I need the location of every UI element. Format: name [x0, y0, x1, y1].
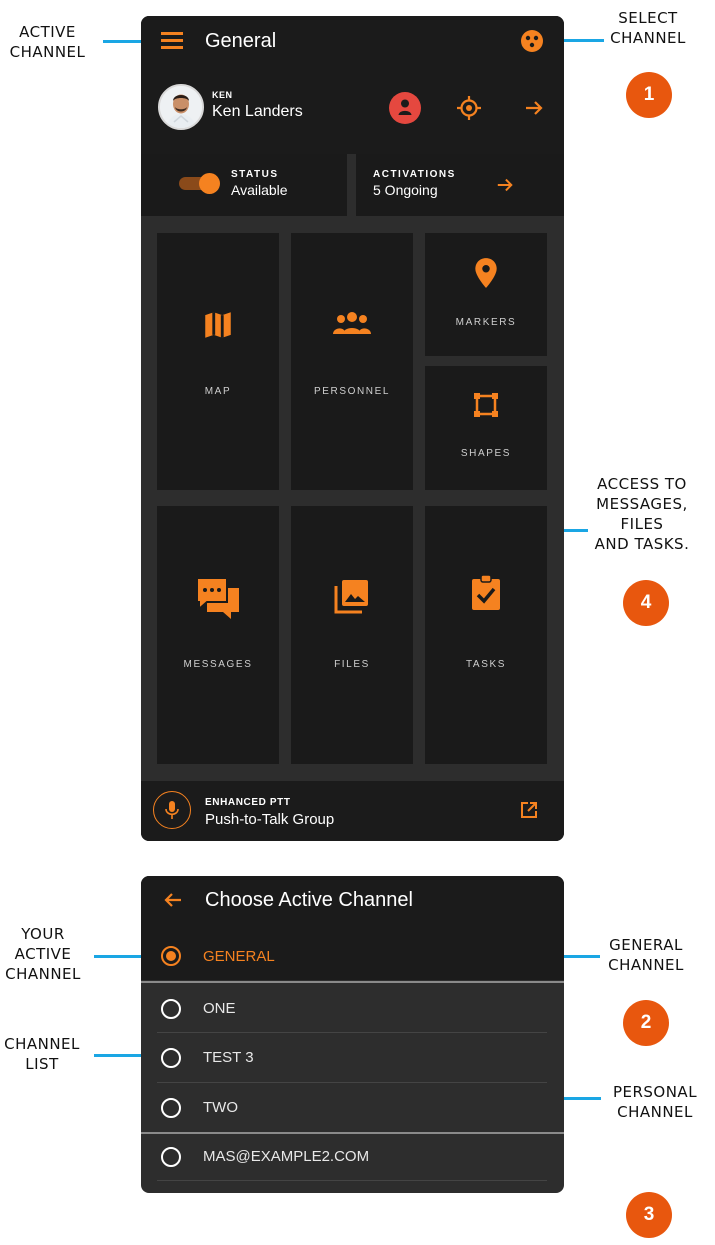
channel-row-personal[interactable]: MAS@EXAMPLE2.COM	[141, 1134, 564, 1182]
home-screen: General KEN Ken Landers STATUS Available…	[141, 16, 564, 841]
menu-icon[interactable]	[161, 32, 183, 50]
channel-row-general[interactable]: GENERAL	[141, 940, 564, 980]
ptt-value: Push-to-Talk Group	[205, 811, 335, 828]
tasks-tile[interactable]: TASKS	[425, 506, 547, 764]
radio-button[interactable]	[161, 1098, 181, 1118]
badge-2: 2	[623, 1000, 669, 1046]
shapes-tile[interactable]: SHAPES	[425, 366, 547, 490]
annotation-select-channel: SELECT CHANNEL	[610, 9, 686, 47]
messages-tile[interactable]: MESSAGES	[157, 506, 279, 764]
map-icon	[205, 312, 231, 338]
status-toggle[interactable]	[179, 173, 220, 194]
annotation-access: ACCESS TO MESSAGES, FILES AND TASKS.	[594, 475, 690, 553]
microphone-icon	[165, 801, 179, 819]
personnel-label: PERSONNEL	[313, 386, 391, 397]
marker-icon	[475, 258, 497, 288]
locate-icon[interactable]	[456, 95, 482, 121]
channel-row[interactable]: TWO	[141, 1083, 564, 1131]
ptt-label: ENHANCED PTT	[205, 797, 291, 808]
user-bar: KEN Ken Landers	[141, 66, 564, 154]
channel-name: TWO	[203, 1099, 238, 1116]
annotation-personal-channel: PERSONAL CHANNEL	[612, 1083, 698, 1121]
activations-value: 5 Ongoing	[373, 182, 438, 198]
arrow-right-icon[interactable]	[496, 176, 514, 194]
status-value: Available	[231, 182, 288, 198]
badge-3: 3	[626, 1192, 672, 1238]
markers-tile[interactable]: MARKERS	[425, 233, 547, 356]
user-short-name: KEN	[212, 90, 233, 100]
radio-button[interactable]	[161, 999, 181, 1019]
badge-4: 4	[623, 580, 669, 626]
activations-label: ACTIVATIONS	[373, 169, 456, 180]
messages-label: MESSAGES	[183, 659, 253, 670]
badge-1: 1	[626, 72, 672, 118]
files-label: FILES	[334, 659, 370, 670]
mic-button[interactable]	[153, 791, 191, 829]
channel-name: GENERAL	[203, 948, 275, 965]
annotation-active-channel: ACTIVE CHANNEL	[9, 23, 86, 61]
person-alert-icon[interactable]	[389, 92, 421, 124]
activations-card[interactable]: ACTIVATIONS 5 Ongoing	[356, 154, 564, 216]
files-tile[interactable]: FILES	[291, 506, 413, 764]
user-full-name: Ken Landers	[212, 103, 303, 120]
channel-name: TEST 3	[203, 1049, 254, 1066]
channel-row[interactable]: TEST 3	[141, 1033, 564, 1081]
shapes-label: SHAPES	[460, 448, 512, 459]
radio-selected[interactable]	[161, 946, 181, 966]
tasks-label: TASKS	[465, 659, 507, 670]
map-tile[interactable]: MAP	[157, 233, 279, 490]
status-card[interactable]: STATUS Available	[141, 154, 347, 216]
shape-icon	[474, 393, 498, 417]
annotation-your-active: YOUR ACTIVE CHANNEL	[5, 925, 81, 983]
channel-row[interactable]: ONE	[141, 984, 564, 1032]
images-icon	[334, 580, 368, 614]
avatar[interactable]	[158, 84, 204, 130]
markers-label: MARKERS	[455, 317, 517, 328]
radio-button[interactable]	[161, 1048, 181, 1068]
annotation-general-channel: GENERAL CHANNEL	[608, 936, 684, 974]
top-bar: General	[141, 16, 564, 66]
channel-title: General	[205, 30, 277, 52]
clipboard-check-icon	[472, 574, 500, 610]
row-divider	[157, 1180, 547, 1181]
arrow-right-icon[interactable]	[524, 98, 544, 118]
group-icon	[333, 312, 371, 334]
ptt-bar[interactable]: ENHANCED PTT Push-to-Talk Group	[141, 781, 564, 841]
back-arrow-icon[interactable]	[163, 890, 183, 910]
annotation-channel-list: CHANNEL LIST	[4, 1035, 80, 1073]
map-label: MAP	[204, 386, 232, 397]
personnel-tile[interactable]: PERSONNEL	[291, 233, 413, 490]
chooser-title: Choose Active Channel	[205, 889, 413, 911]
status-label: STATUS	[231, 169, 279, 180]
section-divider	[141, 981, 564, 983]
channel-name: ONE	[203, 1000, 236, 1017]
messages-icon	[196, 577, 239, 619]
open-external-icon[interactable]	[520, 801, 538, 819]
channel-chooser-screen: Choose Active Channel GENERAL ONE TEST 3…	[141, 876, 564, 1193]
radio-button[interactable]	[161, 1147, 181, 1167]
channel-name: MAS@EXAMPLE2.COM	[203, 1148, 370, 1165]
select-channel-icon[interactable]	[520, 29, 544, 53]
